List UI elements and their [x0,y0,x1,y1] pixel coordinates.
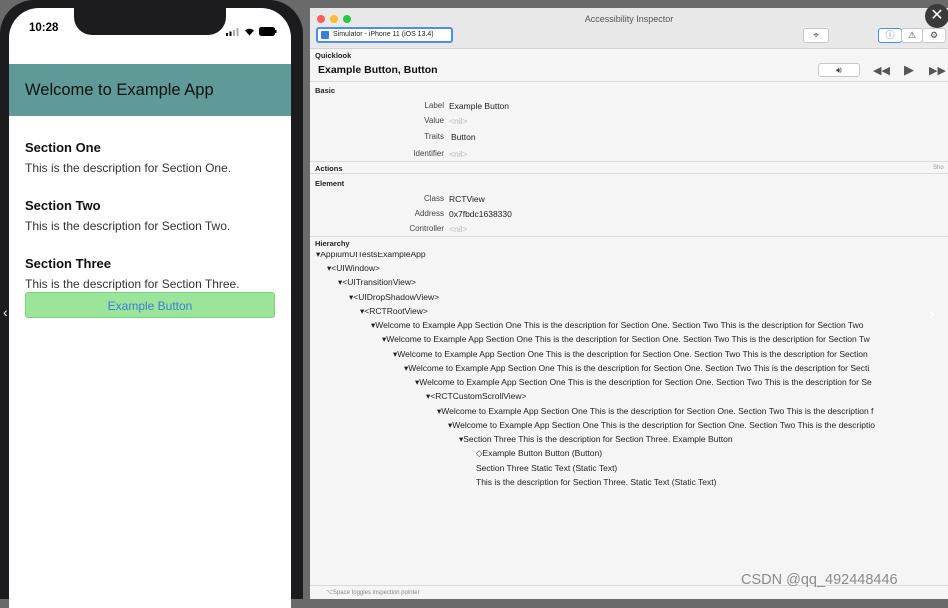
hierarchy-row[interactable]: ◇Example Button Button (Button) [476,448,602,459]
crosshair-icon: ⌖ [813,30,819,40]
app-title: Welcome to Example App [25,81,214,99]
play-icon[interactable]: ▶ [904,62,914,78]
section-three-description: This is the description for Section Thre… [25,277,240,291]
attr-value-address[interactable]: 0x7fbdc1638330 [449,209,512,219]
simulator-icon [321,31,329,39]
attr-key-value: Value [424,116,444,125]
inspector-tab-button[interactable]: ⓘ [878,28,902,43]
hierarchy-row[interactable]: ▾Welcome to Example App Section One This… [404,363,869,374]
example-button[interactable]: Example Button [25,292,275,318]
gear-icon: ⚙ [929,30,939,40]
phone-notch [74,8,226,35]
signal-icon [226,23,240,41]
section-one-title: Section One [25,140,101,155]
attr-key-address: Address [414,209,444,218]
fast-forward-icon[interactable]: ▶▶ [929,64,946,77]
target-selector[interactable]: Simulator - iPhone 11 (iOS 13.4) [316,27,453,43]
section-two-title: Section Two [25,198,101,213]
hierarchy-row[interactable]: ▾<UITransitionView> [338,277,416,288]
settings-tab-button[interactable]: ⚙ [922,28,946,43]
quicklook-section-label: Quicklook [315,51,352,60]
watermark: CSDN @qq_492448446 [741,572,898,588]
inspector-titlebar: Accessibility Inspector Simulator - iPho… [310,8,948,49]
actions-section-label: Actions [315,164,343,173]
target-label: Simulator - iPhone 11 (iOS 13.4) [333,31,434,38]
audit-tab-button[interactable]: ⚠ [901,28,923,43]
attr-key-class: Class [423,194,444,203]
divider [310,81,948,82]
chevron-left-icon: ‹ [3,304,8,320]
attr-key-controller: Controller [409,224,444,233]
warning-icon: ⚠ [907,30,917,40]
hierarchy-row[interactable]: ▾<UIWindow> [327,263,380,274]
section-one-description: This is the description for Section One. [25,161,232,175]
info-icon: ⓘ [885,30,895,40]
hierarchy-tree: ▾AppiumUITestsExampleApp ▾<UIWindow> ▾<U… [310,252,948,582]
element-section-label: Element [315,179,345,188]
hierarchy-row[interactable]: ▾Welcome to Example App Section One This… [382,334,870,345]
close-icon[interactable]: ✕ [925,4,948,28]
hierarchy-row[interactable]: Section Three Static Text (Static Text) [476,463,617,473]
accessibility-inspector-window: Accessibility Inspector Simulator - iPho… [310,8,948,599]
hierarchy-row[interactable]: ▾Section Three This is the description f… [459,434,733,445]
speaker-icon: 🔊︎ [836,65,842,75]
hierarchy-section-label: Hierarchy [315,239,350,248]
hierarchy-row[interactable]: ▾Welcome to Example App Section One This… [393,349,868,360]
wifi-icon [244,23,255,41]
hierarchy-row[interactable]: ▾Welcome to Example App Section One This… [448,420,875,431]
divider [310,236,948,237]
show-actions-link[interactable]: Sho [933,165,944,171]
window-title: Accessibility Inspector [584,14,674,24]
hierarchy-row[interactable]: ▾Welcome to Example App Section One This… [437,406,873,417]
hierarchy-row[interactable]: ▾Welcome to Example App Section One This… [415,377,872,388]
status-icons [226,23,277,41]
battery-icon [259,23,277,41]
iphone-simulator: 10:28 Welcome to Example App Section One… [0,0,303,608]
chevron-right-icon[interactable]: › [929,304,935,325]
divider [310,161,948,162]
app-header: Welcome to Example App [9,64,291,116]
attr-value-value[interactable]: <nil> [449,116,467,126]
section-two-description: This is the description for Section Two. [25,219,231,233]
attr-value-label[interactable]: Example Button [449,101,509,111]
hierarchy-row[interactable]: ▾AppiumUITestsExampleApp [316,252,426,260]
status-time: 10:28 [29,22,59,34]
hierarchy-row[interactable]: This is the description for Section Thre… [476,477,716,487]
section-three-title: Section Three [25,256,111,271]
hierarchy-row[interactable]: ▾<RCTCustomScrollView> [426,391,526,402]
attr-value-traits[interactable]: Button [451,132,476,142]
inspection-hint: ⌥Space toggles inspection pointer [326,590,420,596]
inspection-pointer-button[interactable]: ⌖ [803,28,829,43]
speak-button[interactable]: 🔊︎ [818,63,860,77]
attr-key-label: Label [424,101,444,110]
divider [310,173,948,174]
attr-key-identifier: Identifier [413,149,444,158]
hierarchy-row[interactable]: ▾<RCTRootView> [360,306,428,317]
attr-value-controller[interactable]: <nil> [449,224,467,234]
hierarchy-row[interactable]: ▾Welcome to Example App Section One This… [371,320,863,331]
phone-screen: 10:28 Welcome to Example App Section One… [9,8,291,608]
attr-value-class[interactable]: RCTView [449,194,485,204]
attr-value-identifier[interactable]: <nil> [449,149,467,159]
quicklook-title: Example Button, Button [318,64,438,76]
rewind-icon[interactable]: ◀◀ [873,64,890,77]
basic-section-label: Basic [315,86,336,95]
attr-key-traits: Traits [424,132,444,141]
hierarchy-row[interactable]: ▾<UIDropShadowView> [349,292,439,303]
